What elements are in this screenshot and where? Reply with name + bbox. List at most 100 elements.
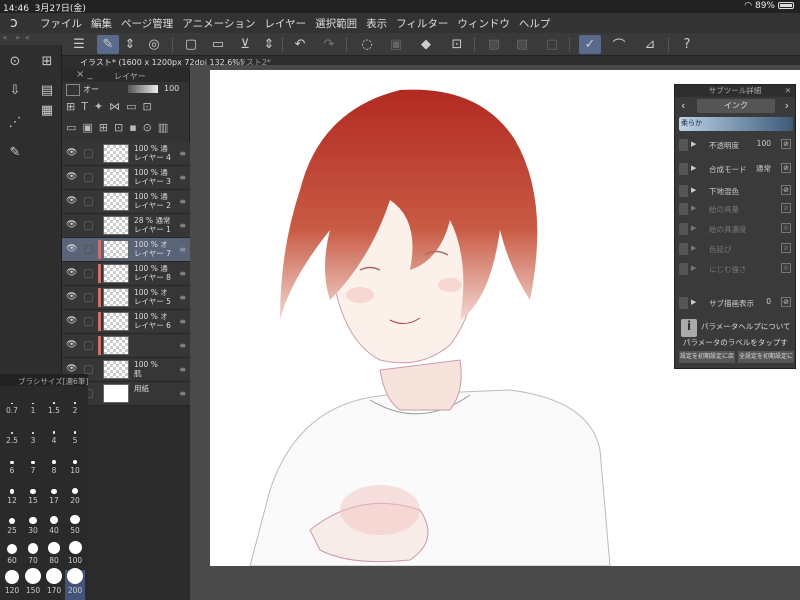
frame-icon[interactable]: ▢ <box>541 35 563 54</box>
subtool-setting-row[interactable]: ▶ 下地混色 ⊘ <box>679 181 793 201</box>
color-swatch[interactable] <box>66 84 80 96</box>
brush-select[interactable]: インク <box>697 99 775 113</box>
updown-icon[interactable]: ⇕ <box>262 35 276 54</box>
zoom-icon[interactable]: ⊙ <box>5 51 25 71</box>
layer-row[interactable]: 👁 ≡ <box>62 334 190 358</box>
setting-value[interactable]: 0 <box>766 297 771 306</box>
move-icon[interactable]: ⊞ <box>37 51 57 71</box>
brush-size-option[interactable]: 70 <box>23 540 43 570</box>
subtool-setting-row[interactable]: ▶ 絵の具量 ⊘ <box>679 199 793 219</box>
layer-checkbox[interactable] <box>84 269 93 278</box>
lock-icon[interactable]: ⊘ <box>781 223 791 233</box>
menu-item[interactable]: ヘルプ <box>519 16 551 31</box>
layer-checkbox[interactable] <box>84 293 93 302</box>
brush-size-option[interactable]: 17 <box>44 480 64 510</box>
setting-value[interactable]: 通常 <box>756 163 771 174</box>
brush-size-option[interactable]: 30 <box>23 510 43 540</box>
reset-button[interactable]: 設定を初期設定に戻 <box>679 351 735 363</box>
menu-item[interactable]: ページ管理 <box>121 16 173 31</box>
brush-size-option[interactable]: 20 <box>65 480 85 510</box>
expand-arrow-icon[interactable]: ▶ <box>691 186 696 194</box>
subtool-setting-row[interactable]: ▶ 色延び ⊘ <box>679 239 793 259</box>
brush-size-option[interactable]: 150 <box>23 568 43 600</box>
layer-menu-icon[interactable]: ≡ <box>179 197 186 206</box>
copy-icon[interactable]: ▣ <box>385 35 407 54</box>
expand-arrow-icon[interactable]: ▶ <box>691 164 696 172</box>
visibility-eye-icon[interactable]: 👁 <box>66 196 77 206</box>
clip-studio-icon[interactable]: ◎ <box>143 35 165 54</box>
open-icon[interactable]: ▭ <box>207 35 229 54</box>
lock-icon[interactable]: ⊘ <box>781 185 791 195</box>
eraser-tool-icon[interactable]: ⊿ <box>639 35 661 54</box>
brush-size-option[interactable]: 50 <box>65 510 85 540</box>
layer-move-icon[interactable]: ▤ <box>37 80 57 100</box>
new-file-icon[interactable]: ▢ <box>180 35 202 54</box>
layer-checkbox[interactable] <box>84 365 93 374</box>
brush-size-option[interactable]: 8 <box>44 450 64 480</box>
layer-checkbox[interactable] <box>84 149 93 158</box>
expand-arrow-icon[interactable]: ▶ <box>691 224 696 232</box>
updown-icon[interactable]: ⇕ <box>123 35 137 54</box>
layer-checkbox[interactable] <box>84 173 93 182</box>
visibility-eye-icon[interactable]: 👁 <box>66 268 77 278</box>
lock-icon[interactable]: ⊘ <box>781 139 791 149</box>
show-setting-icon[interactable] <box>679 243 688 255</box>
fill-icon[interactable]: ◆ <box>415 35 437 54</box>
menu-item[interactable]: 表示 <box>366 16 387 31</box>
menu-item[interactable]: フィルター <box>396 16 448 31</box>
brush-size-option[interactable]: 2.5 <box>2 420 22 450</box>
edit-layer-icon[interactable]: ✎ <box>97 35 119 54</box>
close-icon[interactable]: × _ <box>76 69 93 80</box>
layer-checkbox[interactable] <box>84 197 93 206</box>
expand-arrow-icon[interactable]: ▶ <box>691 204 696 212</box>
brush-size-option[interactable]: 0.7 <box>2 390 22 420</box>
next-arrow-icon[interactable]: › <box>785 99 789 112</box>
brush-size-option[interactable]: 80 <box>44 540 64 570</box>
layer-menu-icon[interactable]: ≡ <box>179 269 186 278</box>
lock-icon[interactable]: ⊘ <box>781 297 791 307</box>
layer-menu-icon[interactable]: ≡ <box>179 389 186 398</box>
selection-icon[interactable]: ⋰ <box>5 112 25 132</box>
visibility-eye-icon[interactable]: 👁 <box>66 172 77 182</box>
subtool-setting-row[interactable]: ▶ 不透明度 100 ⊘ <box>679 135 793 155</box>
menu-item[interactable]: ファイル <box>40 16 82 31</box>
expand-arrow-icon[interactable]: ▶ <box>691 298 696 306</box>
subtool-setting-row[interactable]: ▶ にじむ強さ ⊘ <box>679 259 793 279</box>
brush-size-option[interactable]: 200 <box>65 568 85 600</box>
brush-size-option[interactable]: 170 <box>44 568 64 600</box>
brush-size-option[interactable]: 1.5 <box>44 390 64 420</box>
import-icon[interactable]: ⇩ <box>5 80 25 100</box>
brush-size-option[interactable]: 4 <box>44 420 64 450</box>
layer-row[interactable]: 👁 100 % 通レイヤー 8 ≡ <box>62 262 190 286</box>
brush-size-option[interactable]: 100 <box>65 540 85 570</box>
menu-item[interactable]: レイヤー <box>264 16 306 31</box>
brush-size-option[interactable]: 25 <box>2 510 22 540</box>
layer-op-icons-row2[interactable]: ▭▣⊞⊡▪⊙▥ <box>66 121 174 134</box>
layer-menu-icon[interactable]: ≡ <box>179 341 186 350</box>
brush-size-option[interactable]: 15 <box>23 480 43 510</box>
brush-size-option[interactable]: 7 <box>23 450 43 480</box>
layer-checkbox[interactable] <box>84 245 93 254</box>
layer-row[interactable]: 👁 100 % 通レイヤー 4 ≡ <box>62 142 190 166</box>
visibility-eye-icon[interactable]: 👁 <box>66 244 77 254</box>
lock-icon[interactable]: ⊘ <box>781 203 791 213</box>
opacity-value[interactable]: 100 <box>164 84 179 93</box>
show-setting-icon[interactable] <box>679 185 688 197</box>
blend-mode-select[interactable]: オー <box>83 84 99 95</box>
brush-size-option[interactable]: 10 <box>65 450 85 480</box>
show-setting-icon[interactable] <box>679 203 688 215</box>
menu-icon[interactable]: ☰ <box>68 35 90 54</box>
undo-icon[interactable]: ↶ <box>289 35 311 54</box>
close-icon[interactable]: ✕ <box>785 85 791 97</box>
reset-all-button[interactable]: 全設定を初期設定に <box>738 351 794 363</box>
save-icon[interactable]: ⊻ <box>234 35 256 54</box>
layer-checkbox[interactable] <box>84 317 93 326</box>
show-setting-icon[interactable] <box>679 139 688 151</box>
show-setting-icon[interactable] <box>679 263 688 275</box>
brush-size-option[interactable]: 5 <box>65 420 85 450</box>
visibility-eye-icon[interactable]: 👁 <box>66 364 77 374</box>
brush-size-option[interactable]: 40 <box>44 510 64 540</box>
layer-row[interactable]: 👁 28 % 通常 レイヤー 1 ≡ <box>62 214 190 238</box>
layer-menu-icon[interactable]: ≡ <box>179 293 186 302</box>
brush-size-option[interactable]: 6 <box>2 450 22 480</box>
